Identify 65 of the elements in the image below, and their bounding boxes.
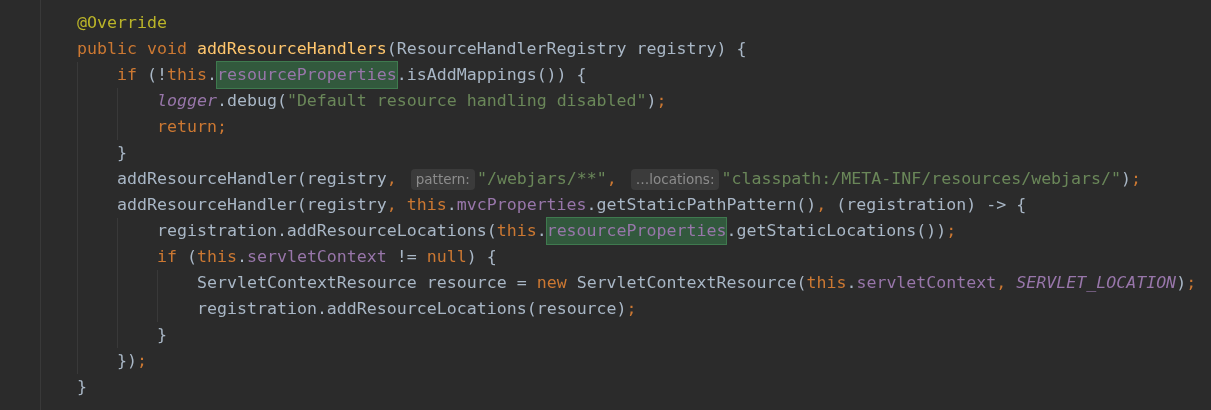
parameter-hint: …locations: — [630, 168, 720, 190]
code-text: addResourceHandlers — [196, 38, 387, 60]
code-text: , — [386, 194, 398, 216]
code-text: ) — [1121, 168, 1132, 190]
code-text: ) { — [466, 246, 497, 268]
code-text: servletContext — [246, 246, 387, 268]
code-text: null — [426, 246, 467, 268]
code-text: ; — [216, 116, 227, 138]
code-text: addResourceHandler(registry — [117, 194, 387, 216]
code-text: addResourceHandler(registry — [117, 168, 387, 190]
code-text: . — [236, 246, 247, 268]
code-text: @Override — [77, 12, 167, 34]
code-text: } — [117, 142, 127, 164]
code-text: "classpath:/META-INF/resources/webjars/" — [721, 168, 1122, 190]
code-text: ) — [1176, 272, 1187, 294]
parameter-hint: pattern: — [410, 168, 475, 190]
code-text: } — [157, 324, 167, 346]
code-text: , — [816, 194, 828, 216]
code-text: . — [446, 194, 457, 216]
code-text: this — [166, 64, 207, 86]
code-text: (ResourceHandlerRegistry registry) { — [386, 38, 747, 60]
code-text: "/webjars/**" — [476, 168, 607, 190]
code-text: new — [536, 272, 567, 294]
code-text: ; — [1186, 272, 1197, 294]
highlighted-code-text: resourceProperties — [546, 218, 727, 244]
code-text: servletContext — [856, 272, 997, 294]
code-text: ; — [1131, 168, 1142, 190]
code-text: . — [536, 220, 547, 242]
code-text: (registration) -> { — [836, 194, 1027, 216]
code-text: , — [386, 168, 397, 190]
code-text: ServletContextResource resource = — [197, 272, 528, 294]
code-text: this — [806, 272, 847, 294]
code-text: } — [77, 376, 87, 398]
code-text: , — [606, 168, 617, 190]
code-text: ; — [626, 298, 637, 320]
code-text: this — [496, 220, 537, 242]
code-text: if — [157, 246, 177, 268]
code-text: SERVLET_LOCATION — [1016, 272, 1177, 294]
code-text: (! — [145, 64, 167, 86]
code-text: . — [206, 64, 217, 86]
code-text: ( — [185, 246, 197, 268]
code-text: }) — [117, 350, 137, 372]
code-text: ServletContextResource( — [575, 272, 807, 294]
code-text: this — [406, 194, 447, 216]
code-text: ) — [646, 90, 657, 112]
code-text: != — [395, 246, 418, 268]
code-text: public void — [77, 38, 188, 60]
code-text: return — [157, 116, 217, 138]
code-text: .isAddMappings()) { — [396, 64, 587, 86]
code-text: , — [996, 272, 1008, 294]
code-text: ; — [946, 220, 957, 242]
code-text: this — [196, 246, 237, 268]
code-text: ; — [137, 350, 147, 372]
code-text: .getStaticPathPattern() — [586, 194, 817, 216]
code-text: "Default resource handling disabled" — [286, 90, 647, 112]
code-text: if — [117, 64, 137, 86]
code-text: mvcProperties — [456, 194, 587, 216]
code-text: . — [846, 272, 857, 294]
highlighted-code-text: resourceProperties — [216, 62, 397, 88]
code-text: ; — [656, 90, 667, 112]
code-text: registration.addResourceLocations( — [157, 220, 497, 242]
code-text: registration.addResourceLocations(resource) — [197, 298, 627, 320]
code-text: .getStaticLocations()) — [726, 220, 947, 242]
code-text: .debug( — [216, 90, 287, 112]
code-text: logger — [157, 90, 217, 112]
